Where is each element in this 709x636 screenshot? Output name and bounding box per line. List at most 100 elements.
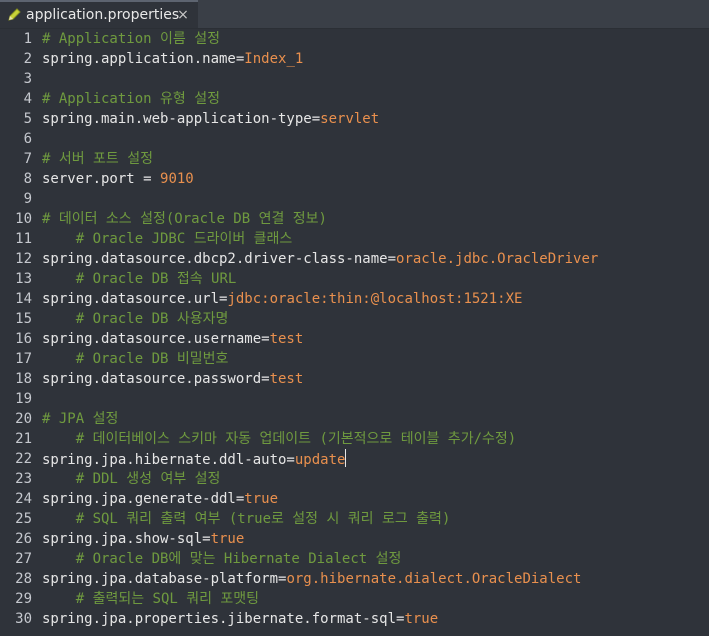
property-key: server.port = bbox=[42, 171, 161, 187]
code-line[interactable]: 4 # Application 유형 설정 bbox=[0, 89, 709, 109]
code-line[interactable]: 20 # JPA 설정 bbox=[0, 409, 709, 429]
code-line[interactable]: 23 # DDL 생성 여부 설정 bbox=[0, 469, 709, 489]
property-key: spring.jpa.show-sql= bbox=[42, 531, 211, 547]
comment-text: # 데이터베이스 스키마 자동 업데이트 (기본적으로 테이블 추가/수정) bbox=[42, 431, 517, 447]
code-line[interactable]: 7 # 서버 포트 설정 bbox=[0, 149, 709, 169]
property-value: true bbox=[404, 611, 439, 627]
code-text: # SQL 쿼리 출력 여부 (true로 설정 시 쿼리 로그 출력) bbox=[42, 509, 451, 529]
property-value: oracle.jdbc.OracleDriver bbox=[396, 251, 599, 267]
code-text: # Oracle DB 비밀번호 bbox=[42, 349, 229, 369]
comment-text: # Oracle JDBC 드라이버 클래스 bbox=[42, 231, 293, 247]
code-line[interactable]: 9 bbox=[0, 189, 709, 209]
comment-text: # Application 이름 설정 bbox=[42, 31, 220, 47]
property-key: spring.jpa.generate-ddl= bbox=[42, 491, 245, 507]
property-value: servlet bbox=[320, 111, 380, 127]
code-line[interactable]: 1 # Application 이름 설정 bbox=[0, 29, 709, 49]
code-text: spring.main.web-application-type=servlet bbox=[42, 109, 379, 129]
comment-text: # DDL 생성 여부 설정 bbox=[42, 471, 221, 487]
code-text: # 데이터 소스 설정(Oracle DB 연결 정보) bbox=[42, 209, 327, 229]
comment-text: # Application 유형 설정 bbox=[42, 91, 220, 107]
code-line[interactable]: 13 # Oracle DB 접속 URL bbox=[0, 269, 709, 289]
code-line[interactable]: 8 server.port = 9010 bbox=[0, 169, 709, 189]
code-text: # 데이터베이스 스키마 자동 업데이트 (기본적으로 테이블 추가/수정) bbox=[42, 429, 517, 449]
code-text: # JPA 설정 bbox=[42, 409, 118, 429]
property-value: Index_1 bbox=[244, 51, 304, 67]
code-text: spring.jpa.show-sql=true bbox=[42, 529, 244, 549]
line-number: 24 bbox=[15, 491, 32, 507]
code-text: # DDL 생성 여부 설정 bbox=[42, 469, 221, 489]
code-line[interactable]: 16 spring.datasource.username=test bbox=[0, 329, 709, 349]
code-text: # Oracle DB에 맞는 Hibernate Dialect 설정 bbox=[42, 549, 402, 569]
property-value: org.hibernate.dialect.OracleDialect bbox=[286, 571, 582, 587]
comment-text: # Oracle DB 사용자명 bbox=[42, 311, 229, 327]
code-line[interactable]: 30 spring.jpa.properties.jibernate.format… bbox=[0, 609, 709, 629]
property-value: test bbox=[269, 371, 304, 387]
code-text: # 출력되는 SQL 쿼리 포맷팅 bbox=[42, 589, 259, 609]
line-number: 17 bbox=[15, 351, 32, 367]
code-line[interactable]: 5 spring.main.web-application-type=servle… bbox=[0, 109, 709, 129]
code-line[interactable]: 17 # Oracle DB 비밀번호 bbox=[0, 349, 709, 369]
line-number: 6 bbox=[23, 131, 32, 147]
line-number: 20 bbox=[15, 411, 32, 427]
code-editor[interactable]: 1 # Application 이름 설정 2 spring.application.… bbox=[0, 29, 709, 636]
line-number: 25 bbox=[15, 511, 32, 527]
code-text: spring.datasource.url=jdbc:oracle:thin:@… bbox=[42, 289, 522, 309]
line-number: 8 bbox=[23, 171, 32, 187]
code-text: # Application 이름 설정 bbox=[42, 29, 220, 49]
comment-text: # Oracle DB 비밀번호 bbox=[42, 351, 229, 367]
line-number: 18 bbox=[15, 371, 32, 387]
line-number: 9 bbox=[23, 191, 32, 207]
comment-text: # Oracle DB에 맞는 Hibernate Dialect 설정 bbox=[42, 551, 402, 567]
code-line[interactable]: 2 spring.application.name=Index_1 bbox=[0, 49, 709, 69]
tab-label: application.properties bbox=[26, 7, 180, 23]
line-number: 3 bbox=[23, 71, 32, 87]
close-icon[interactable]: × bbox=[176, 8, 190, 22]
code-text: spring.datasource.username=test bbox=[42, 329, 303, 349]
code-line[interactable]: 25 # SQL 쿼리 출력 여부 (true로 설정 시 쿼리 로그 출력) bbox=[0, 509, 709, 529]
line-number: 23 bbox=[15, 471, 32, 487]
property-value: true bbox=[244, 491, 279, 507]
code-line[interactable]: 27 # Oracle DB에 맞는 Hibernate Dialect 설정 bbox=[0, 549, 709, 569]
code-text: # Oracle DB 접속 URL bbox=[42, 269, 237, 289]
line-number: 4 bbox=[23, 91, 32, 107]
code-line[interactable]: 3 bbox=[0, 69, 709, 89]
line-number: 26 bbox=[15, 531, 32, 547]
property-value: test bbox=[269, 331, 304, 347]
property-value: jdbc:oracle:thin:@localhost:1521:XE bbox=[227, 291, 523, 307]
line-number: 13 bbox=[15, 271, 32, 287]
code-line[interactable]: 26 spring.jpa.show-sql=true bbox=[0, 529, 709, 549]
code-line[interactable]: 28 spring.jpa.database-platform=org.hiber… bbox=[0, 569, 709, 589]
comment-text: # SQL 쿼리 출력 여부 (true로 설정 시 쿼리 로그 출력) bbox=[42, 511, 451, 527]
code-line[interactable]: 18 spring.datasource.password=test bbox=[0, 369, 709, 389]
comment-text: # 데이터 소스 설정(Oracle DB 연결 정보) bbox=[42, 211, 327, 227]
property-key: spring.datasource.password= bbox=[42, 371, 270, 387]
code-line[interactable]: 6 bbox=[0, 129, 709, 149]
code-line[interactable]: 21 # 데이터베이스 스키마 자동 업데이트 (기본적으로 테이블 추가/수정… bbox=[0, 429, 709, 449]
code-line[interactable]: 12 spring.datasource.dbcp2.driver-class-n… bbox=[0, 249, 709, 269]
property-key: spring.datasource.url= bbox=[42, 291, 228, 307]
line-number: 21 bbox=[15, 431, 32, 447]
property-key: spring.jpa.hibernate.ddl-auto= bbox=[42, 452, 295, 468]
line-number: 28 bbox=[15, 571, 32, 587]
comment-text: # 출력되는 SQL 쿼리 포맷팅 bbox=[42, 591, 260, 607]
property-key: spring.jpa.properties.jibernate.format-s… bbox=[42, 611, 405, 627]
code-text: # Application 유형 설정 bbox=[42, 89, 220, 109]
line-number: 1 bbox=[23, 31, 32, 47]
property-key: spring.jpa.database-platform= bbox=[42, 571, 287, 587]
code-line[interactable]: 22 spring.jpa.hibernate.ddl-auto=update bbox=[0, 449, 709, 469]
code-line[interactable]: 10 # 데이터 소스 설정(Oracle DB 연결 정보) bbox=[0, 209, 709, 229]
code-line[interactable]: 15 # Oracle DB 사용자명 bbox=[0, 309, 709, 329]
code-line[interactable]: 11 # Oracle JDBC 드라이버 클래스 bbox=[0, 229, 709, 249]
code-text: # 서버 포트 설정 bbox=[42, 149, 153, 169]
code-line[interactable]: 29 # 출력되는 SQL 쿼리 포맷팅 bbox=[0, 589, 709, 609]
code-line[interactable]: 24 spring.jpa.generate-ddl=true bbox=[0, 489, 709, 509]
code-text: spring.datasource.password=test bbox=[42, 369, 303, 389]
property-value: true bbox=[210, 531, 245, 547]
property-key: spring.main.web-application-type= bbox=[42, 111, 321, 127]
line-number: 5 bbox=[23, 111, 32, 127]
code-line[interactable]: 19 bbox=[0, 389, 709, 409]
tab-application-properties[interactable]: application.properties × bbox=[0, 0, 198, 28]
property-value: update bbox=[294, 452, 346, 468]
code-line[interactable]: 14 spring.datasource.url=jdbc:oracle:thin… bbox=[0, 289, 709, 309]
code-text: server.port = 9010 bbox=[42, 169, 194, 189]
